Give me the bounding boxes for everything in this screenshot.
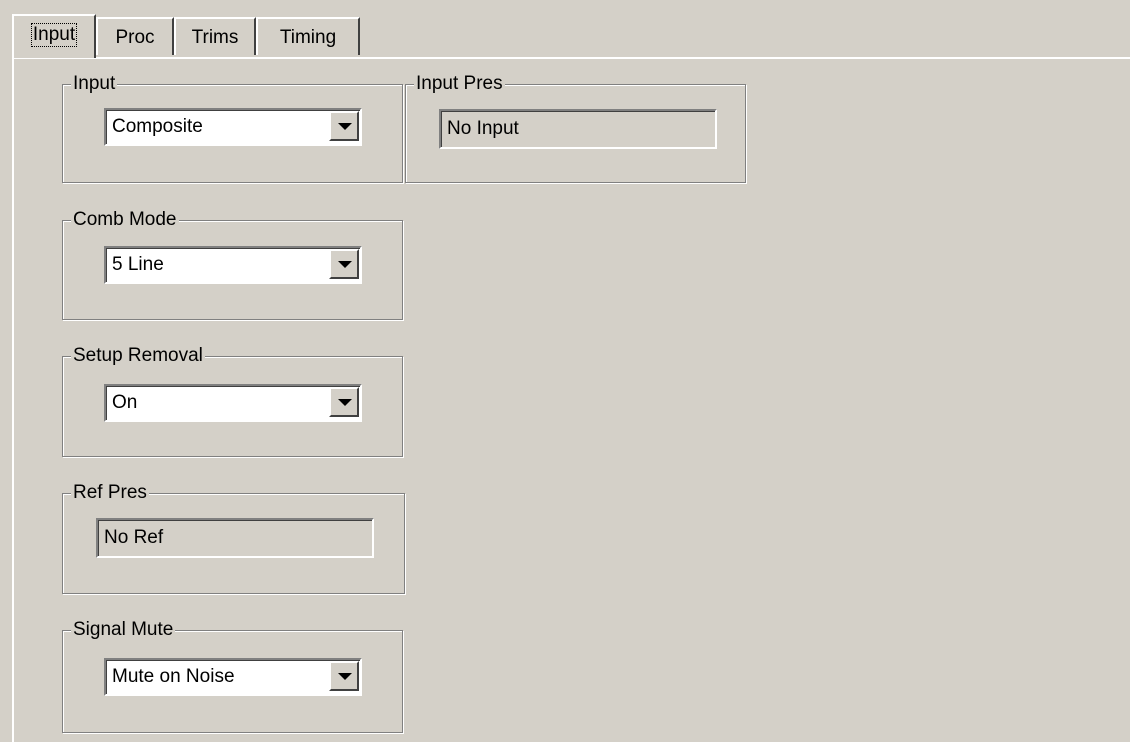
setup-removal-select[interactable]: On bbox=[104, 384, 362, 422]
input-pres-group-label: Input Pres bbox=[414, 73, 505, 95]
comb-mode-select[interactable]: 5 Line bbox=[104, 246, 362, 284]
tab-trims-label: Trims bbox=[191, 27, 239, 48]
signal-mute-select[interactable]: Mute on Noise bbox=[104, 658, 362, 696]
tab-input-label: Input bbox=[30, 23, 78, 47]
input-group: Input Composite bbox=[62, 73, 403, 183]
signal-mute-group: Signal Mute Mute on Noise bbox=[62, 619, 403, 733]
ref-pres-group-label: Ref Pres bbox=[71, 482, 149, 504]
input-pres-value: No Input bbox=[447, 118, 519, 139]
ref-pres-field: No Ref bbox=[96, 518, 374, 558]
ref-pres-value: No Ref bbox=[104, 527, 164, 548]
chevron-down-icon bbox=[338, 123, 352, 130]
setup-removal-select-value: On bbox=[112, 392, 138, 413]
tab-proc-label: Proc bbox=[115, 27, 155, 48]
comb-mode-group-label: Comb Mode bbox=[71, 209, 179, 231]
input-select-dropdown-button[interactable] bbox=[329, 111, 359, 141]
tab-timing[interactable]: Timing bbox=[256, 17, 360, 55]
chevron-down-icon bbox=[338, 673, 352, 680]
setup-removal-group: Setup Removal On bbox=[62, 345, 403, 457]
input-pres-group: Input Pres No Input bbox=[405, 73, 746, 183]
comb-mode-group: Comb Mode 5 Line bbox=[62, 209, 403, 320]
tab-input[interactable]: Input bbox=[12, 14, 96, 58]
comb-mode-select-value: 5 Line bbox=[112, 254, 164, 275]
input-group-label: Input bbox=[71, 73, 118, 95]
tab-timing-label: Timing bbox=[279, 27, 337, 48]
setup-removal-dropdown-button[interactable] bbox=[329, 387, 359, 417]
tab-proc[interactable]: Proc bbox=[96, 17, 174, 55]
chevron-down-icon bbox=[338, 399, 352, 406]
setup-removal-group-label: Setup Removal bbox=[71, 345, 205, 367]
input-pres-field: No Input bbox=[439, 109, 717, 149]
tab-trims[interactable]: Trims bbox=[174, 17, 256, 55]
signal-mute-select-value: Mute on Noise bbox=[112, 666, 235, 687]
signal-mute-group-label: Signal Mute bbox=[71, 619, 176, 641]
ref-pres-group: Ref Pres No Ref bbox=[62, 482, 405, 594]
comb-mode-dropdown-button[interactable] bbox=[329, 249, 359, 279]
signal-mute-dropdown-button[interactable] bbox=[329, 661, 359, 691]
tab-page-border-top bbox=[12, 57, 1130, 59]
input-select[interactable]: Composite bbox=[104, 108, 362, 146]
input-select-value: Composite bbox=[112, 116, 203, 137]
tab-page-border-left bbox=[12, 57, 14, 742]
chevron-down-icon bbox=[338, 261, 352, 268]
